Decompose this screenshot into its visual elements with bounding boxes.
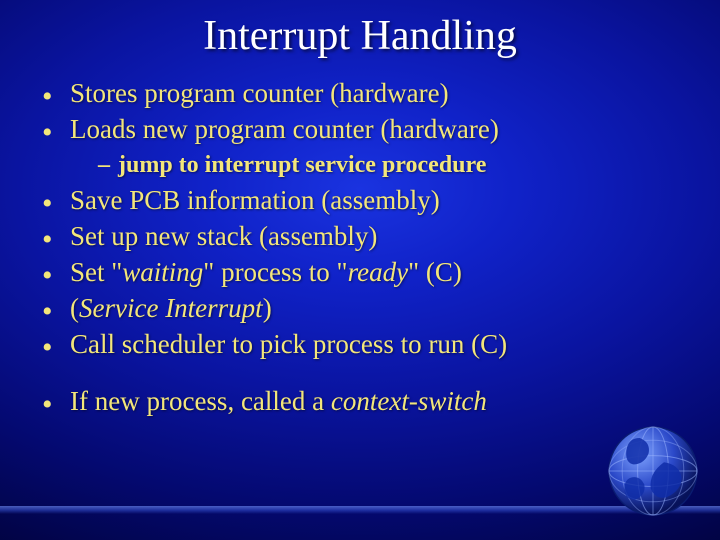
bullet-text: Call scheduler to pick process to run (C… — [70, 331, 507, 358]
bullet-text: Stores program counter (hardware) — [70, 80, 449, 107]
dash-icon: – — [98, 152, 118, 179]
bullet-row: •Stores program counter (hardware) — [42, 80, 680, 107]
bullet-text: (Service Interrupt) — [70, 295, 272, 322]
bullet-icon: • — [42, 190, 70, 217]
bullet-row: •If new process, called a context-switch — [42, 388, 680, 415]
slide-body: •Stores program counter (hardware)•Loads… — [42, 80, 680, 424]
bullet-row: •Call scheduler to pick process to run (… — [42, 331, 680, 358]
sub-bullet-text: jump to interrupt service procedure — [118, 152, 486, 179]
bullet-icon: • — [42, 226, 70, 253]
bullet-row: •Set "waiting" process to "ready" (C) — [42, 259, 680, 286]
bullet-row: •(Service Interrupt) — [42, 295, 680, 322]
bullet-row: •Loads new program counter (hardware) — [42, 116, 680, 143]
bullet-text: Loads new program counter (hardware) — [70, 116, 499, 143]
bullet-row: •Set up new stack (assembly) — [42, 223, 680, 250]
bullet-row: •Save PCB information (assembly) — [42, 187, 680, 214]
bullet-text: Set up new stack (assembly) — [70, 223, 377, 250]
globe-icon — [598, 416, 708, 526]
bullet-icon: • — [42, 391, 70, 418]
bullet-icon: • — [42, 298, 70, 325]
bullet-icon: • — [42, 262, 70, 289]
bullet-icon: • — [42, 119, 70, 146]
bullet-text: Save PCB information (assembly) — [70, 187, 440, 214]
bullet-icon: • — [42, 83, 70, 110]
slide-title: Interrupt Handling — [0, 12, 720, 60]
bullet-text: If new process, called a context-switch — [70, 388, 487, 415]
bullet-text: Set "waiting" process to "ready" (C) — [70, 259, 462, 286]
slide: Interrupt Handling •Stores program count… — [0, 0, 720, 540]
bullet-icon: • — [42, 334, 70, 361]
sub-bullet-row: –jump to interrupt service procedure — [98, 152, 680, 179]
